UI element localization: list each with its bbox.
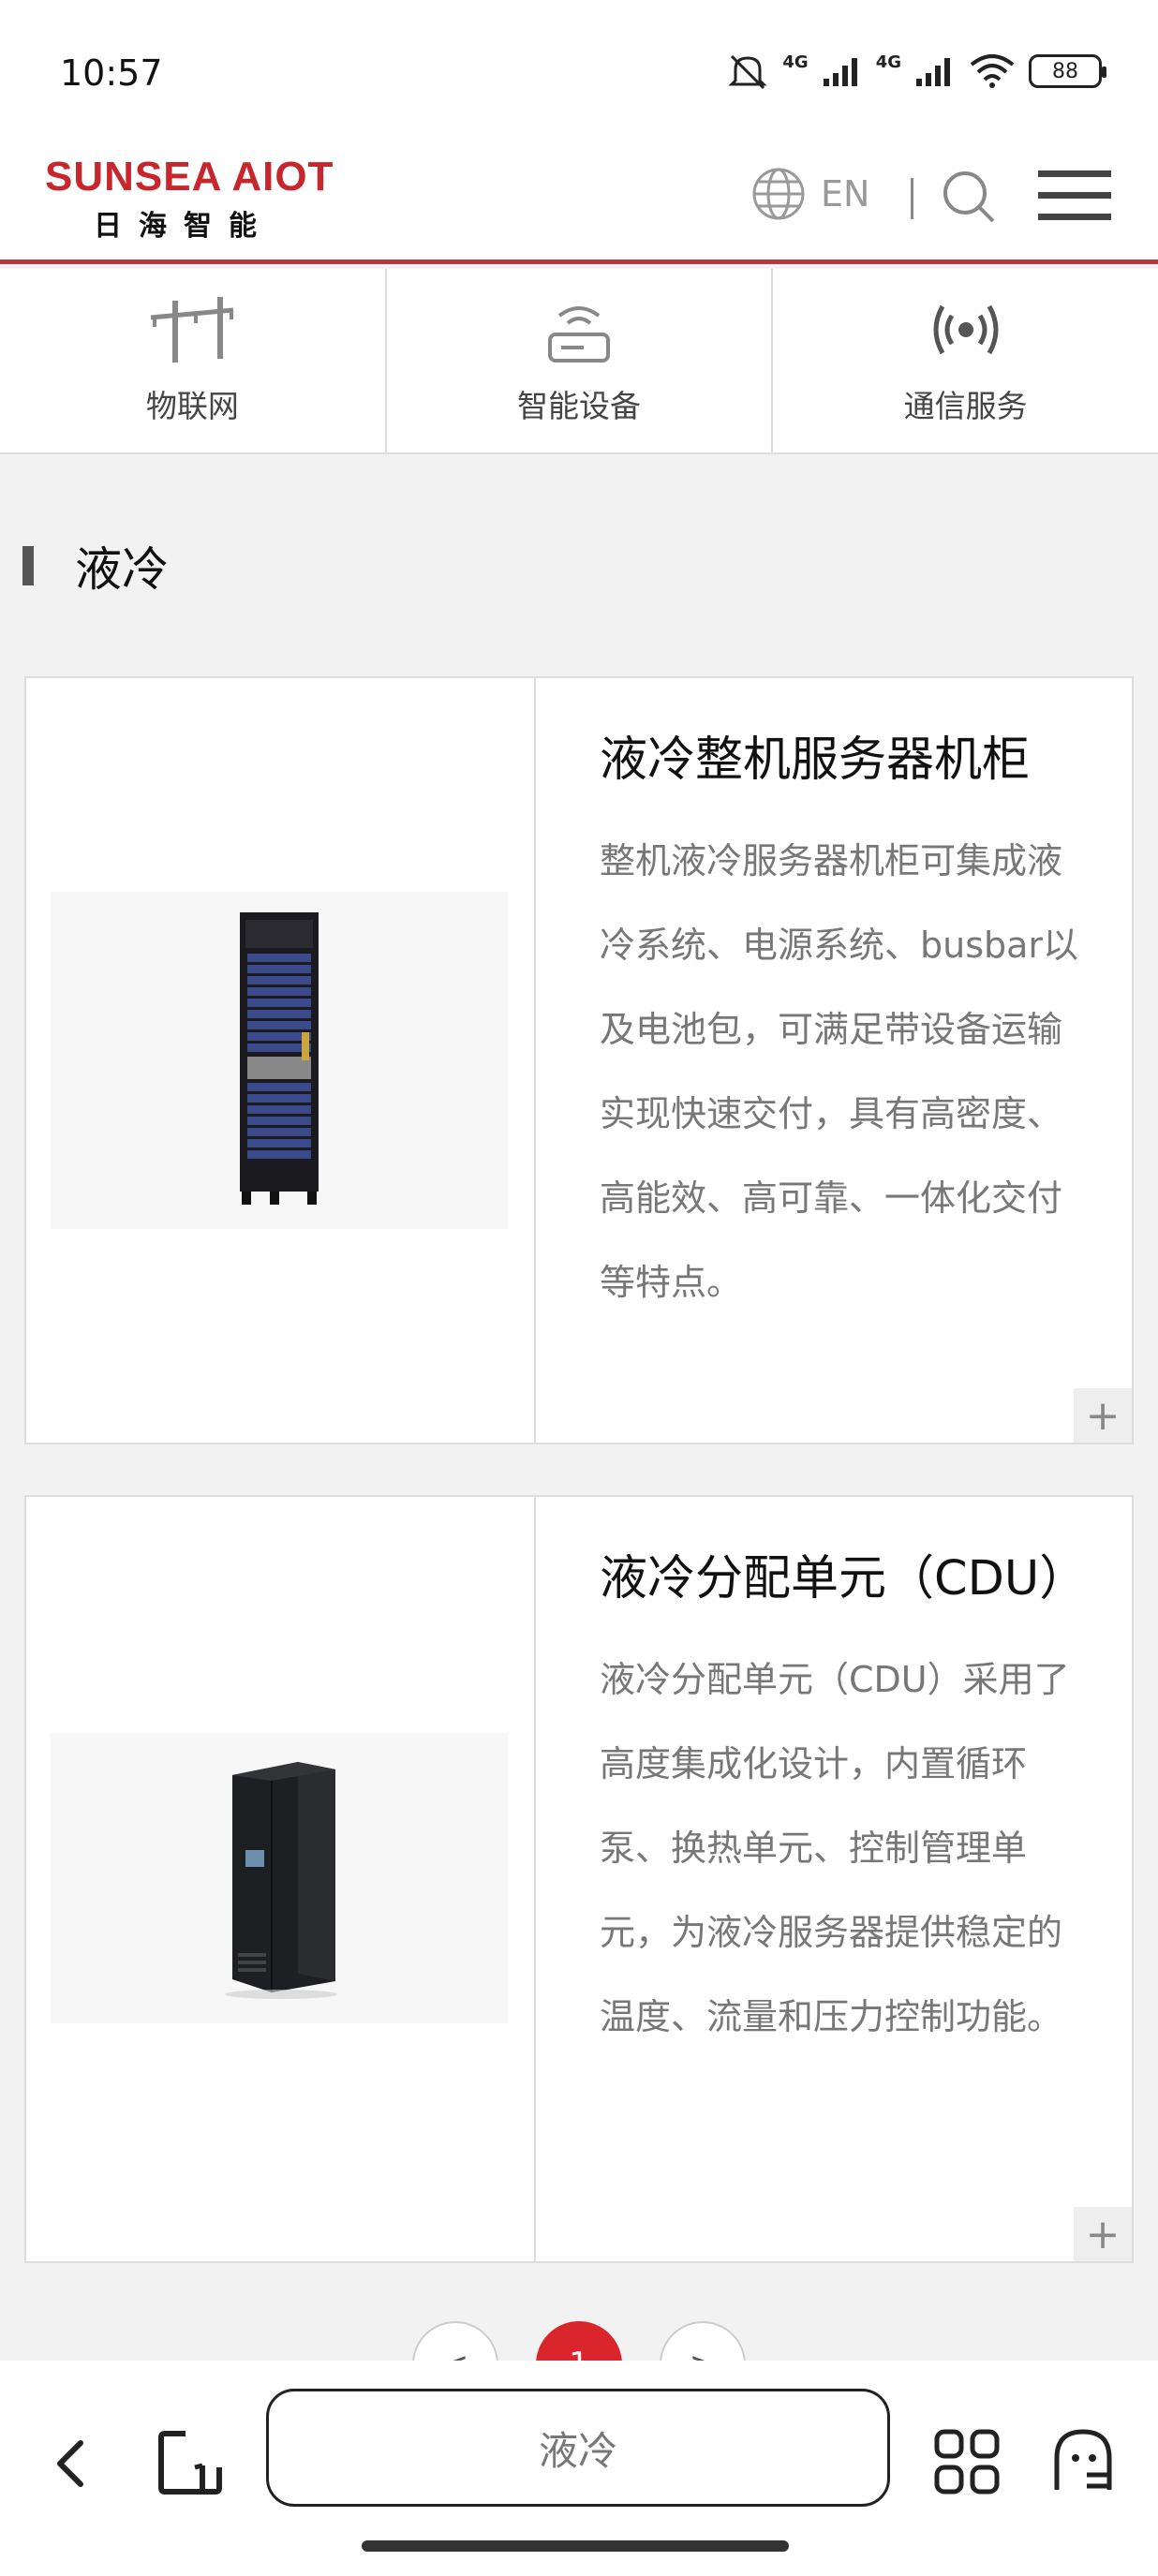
product-image bbox=[51, 892, 508, 1229]
wifi-icon bbox=[970, 54, 1015, 88]
ghost-icon bbox=[1054, 2429, 1112, 2490]
status-icons: 4G 4G 88 bbox=[726, 52, 1106, 90]
product-card[interactable]: 液冷分配单元（CDU） 液冷分配单元（CDU）采用了高度集成化设计，内置循环泵、… bbox=[24, 1495, 1134, 2263]
category-label: 通信服务 bbox=[903, 388, 1028, 424]
language-label: EN bbox=[821, 173, 870, 215]
expand-button[interactable]: + bbox=[1074, 2207, 1132, 2261]
product-title[interactable]: 液冷分配单元（CDU） bbox=[600, 1540, 1087, 1619]
product-image-area bbox=[26, 678, 536, 1443]
menu-button[interactable] bbox=[1038, 169, 1111, 227]
product-info: 液冷整机服务器机柜 整机液冷服务器机柜可集成液冷系统、电源系统、busbar以及… bbox=[536, 678, 1132, 1443]
category-label: 物联网 bbox=[145, 388, 239, 424]
product-image-area bbox=[26, 1497, 536, 2261]
section-title: 液冷 bbox=[75, 542, 169, 597]
cdu-cabinet-image bbox=[225, 1762, 337, 1999]
page: 10:57 4G 4G 88 SUNSEA AIOT 日海智能 EN 物联网 智… bbox=[0, 0, 1158, 2576]
broadcast-icon bbox=[933, 304, 999, 355]
category-iot[interactable]: 物联网 bbox=[0, 269, 387, 452]
logo[interactable]: SUNSEA AIOT 日海智能 bbox=[45, 154, 334, 244]
tabs-icon bbox=[158, 2431, 222, 2495]
signal-icon bbox=[823, 58, 857, 86]
home-indicator[interactable] bbox=[362, 2540, 789, 2552]
product-card[interactable]: 液冷整机服务器机柜 整机液冷服务器机柜可集成液冷系统、电源系统、busbar以及… bbox=[24, 676, 1134, 1444]
product-info: 液冷分配单元（CDU） 液冷分配单元（CDU）采用了高度集成化设计，内置循环泵、… bbox=[536, 1497, 1132, 2261]
address-bar[interactable]: 液冷 bbox=[266, 2389, 890, 2507]
status-bar: 10:57 4G 4G 88 bbox=[0, 0, 1158, 141]
site-header: SUNSEA AIOT 日海智能 EN bbox=[0, 141, 1158, 264]
logo-text-en: SUNSEA AIOT bbox=[45, 154, 334, 200]
mute-icon bbox=[728, 54, 767, 90]
back-icon bbox=[57, 2440, 83, 2487]
product-title[interactable]: 液冷整机服务器机柜 bbox=[600, 721, 1085, 800]
tabs-button[interactable] bbox=[157, 2428, 223, 2501]
back-button[interactable] bbox=[52, 2435, 90, 2495]
battery-icon: 88 bbox=[1029, 54, 1106, 88]
product-description: 液冷分配单元（CDU）采用了高度集成化设计，内置循环泵、换热单元、控制管理单元，… bbox=[600, 1659, 1070, 2037]
globe-icon bbox=[752, 168, 805, 220]
section-heading: 液冷 bbox=[22, 532, 169, 600]
product-description: 整机液冷服务器机柜可集成液冷系统、电源系统、busbar以及电池包，可满足带设备… bbox=[600, 840, 1079, 1303]
network-label-2: 4G bbox=[875, 52, 901, 72]
router-icon bbox=[548, 306, 610, 363]
logo-text-cn: 日海智能 bbox=[94, 210, 274, 243]
section-marker bbox=[22, 546, 34, 585]
language-switch[interactable]: EN bbox=[751, 167, 869, 221]
expand-button[interactable]: + bbox=[1074, 1388, 1132, 1443]
network-label-1: 4G bbox=[782, 52, 809, 72]
category-label: 智能设备 bbox=[517, 388, 641, 424]
product-image bbox=[51, 1733, 508, 2023]
category-communication-services[interactable]: 通信服务 bbox=[773, 269, 1158, 452]
header-divider bbox=[911, 178, 913, 219]
category-nav: 物联网 智能设备 通信服务 bbox=[0, 269, 1158, 454]
server-rack-image bbox=[240, 912, 319, 1205]
battery-level: 88 bbox=[1052, 59, 1078, 83]
signal-icon-2 bbox=[916, 58, 950, 86]
search-icon bbox=[943, 171, 995, 223]
assistant-button[interactable] bbox=[1049, 2426, 1117, 2499]
apps-grid-icon bbox=[934, 2429, 1000, 2495]
status-time: 10:57 bbox=[60, 52, 163, 94]
search-button[interactable] bbox=[941, 169, 997, 229]
apps-button[interactable] bbox=[933, 2428, 1001, 2499]
power-pole-icon bbox=[151, 297, 234, 363]
category-smart-devices[interactable]: 智能设备 bbox=[387, 269, 774, 452]
menu-icon bbox=[1038, 170, 1111, 220]
